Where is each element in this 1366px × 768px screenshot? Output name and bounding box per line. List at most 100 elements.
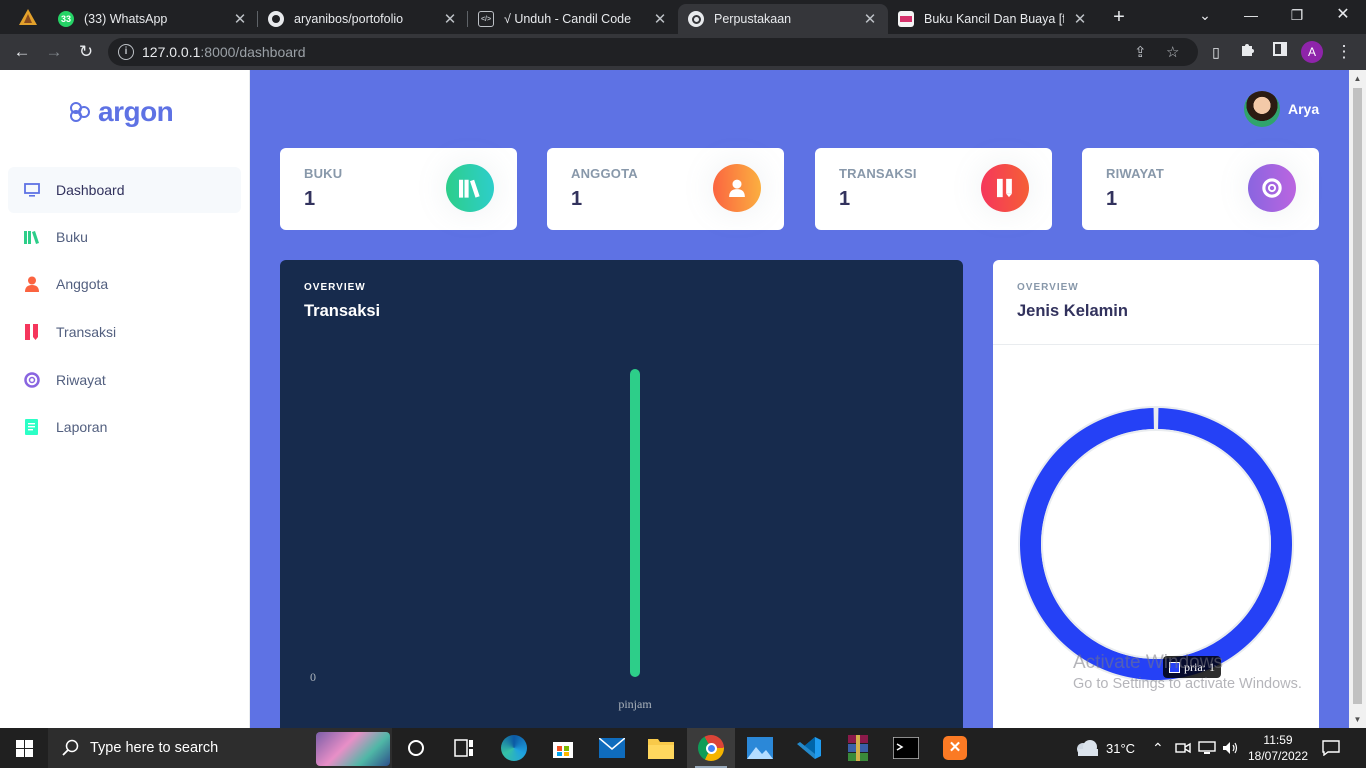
profile-avatar[interactable]: A bbox=[1301, 41, 1323, 63]
sidebar-item-dashboard[interactable]: Dashboard bbox=[8, 167, 241, 213]
browser-toolbar: ← → ↻ i 127.0.0.1:8000/dashboard ⇪ ☆ ▯ A… bbox=[0, 34, 1366, 70]
winrar-icon[interactable] bbox=[834, 728, 882, 768]
task-view-icon[interactable] bbox=[392, 728, 440, 768]
minimize-button[interactable]: — bbox=[1228, 0, 1274, 30]
scroll-up-icon[interactable]: ▲ bbox=[1349, 70, 1366, 87]
bookmark-star-icon[interactable]: ☆ bbox=[1166, 43, 1179, 61]
sidebar-item-label: Laporan bbox=[56, 419, 108, 435]
tab-whatsapp[interactable]: 33 (33) WhatsApp ✕ bbox=[48, 4, 258, 34]
stat-value: 1 bbox=[839, 188, 851, 210]
phone-icon[interactable]: ▯ bbox=[1204, 40, 1228, 64]
stat-card-buku: BUKU 1 bbox=[280, 148, 517, 230]
tab-candil-code[interactable]: </> √ Unduh - Candil Code ✕ bbox=[468, 4, 678, 34]
close-icon[interactable]: ✕ bbox=[442, 10, 458, 28]
store-icon[interactable] bbox=[539, 728, 587, 768]
close-icon[interactable]: ✕ bbox=[232, 10, 248, 28]
windows-logo-icon bbox=[15, 739, 33, 757]
tab-search-button[interactable]: ⌄ bbox=[1182, 0, 1228, 30]
back-button[interactable]: ← bbox=[10, 40, 34, 64]
sidebar-item-label: Transaksi bbox=[56, 324, 117, 340]
transaksi-bar-chart[interactable]: 0 pinjam bbox=[280, 260, 963, 728]
terminal-icon[interactable] bbox=[882, 728, 930, 768]
pinned-tab[interactable] bbox=[12, 6, 44, 28]
activate-windows-subtitle: Go to Settings to activate Windows. bbox=[1073, 676, 1302, 692]
stat-card-transaksi: TRANSAKSI 1 bbox=[815, 148, 1052, 230]
sidebar-item-riwayat[interactable]: Riwayat bbox=[8, 357, 241, 403]
show-hidden-icons-button[interactable]: ⌃ bbox=[1152, 728, 1164, 768]
sidebar: argon Dashboard Buku Anggota Transaksi R… bbox=[0, 70, 250, 728]
scroll-down-icon[interactable]: ▼ bbox=[1349, 711, 1366, 728]
clock[interactable]: 11:59 18/07/2022 bbox=[1248, 728, 1308, 768]
widgets-icon[interactable] bbox=[440, 728, 488, 768]
sidebar-item-anggota[interactable]: Anggota bbox=[8, 261, 241, 307]
close-window-button[interactable]: ✕ bbox=[1320, 0, 1366, 30]
tab-perpustakaan[interactable]: Perpustakaan ✕ bbox=[678, 4, 888, 34]
stat-label: ANGGOTA bbox=[571, 166, 638, 181]
notifications-icon[interactable] bbox=[1322, 728, 1340, 768]
avatar bbox=[1244, 91, 1280, 127]
new-tab-button[interactable]: + bbox=[1105, 5, 1133, 29]
extensions-icon[interactable] bbox=[1236, 40, 1260, 64]
chrome-icon[interactable] bbox=[687, 728, 735, 768]
stat-value: 1 bbox=[1106, 188, 1118, 210]
stat-value: 1 bbox=[571, 188, 583, 210]
sidebar-item-label: Buku bbox=[56, 229, 88, 245]
person-icon bbox=[713, 164, 761, 212]
books-icon bbox=[24, 229, 40, 245]
page-scrollbar[interactable]: ▲ ▼ bbox=[1349, 70, 1366, 728]
weather-widget[interactable]: 31°C bbox=[1074, 728, 1135, 768]
paper-icon bbox=[24, 419, 40, 435]
tv-icon bbox=[24, 182, 40, 198]
side-panel-icon[interactable] bbox=[1268, 40, 1292, 64]
sidebar-item-buku[interactable]: Buku bbox=[8, 214, 241, 260]
stat-card-riwayat: RIWAYAT 1 bbox=[1082, 148, 1319, 230]
menu-icon[interactable]: ⋮ bbox=[1332, 40, 1356, 64]
transaksi-chart-card: OVERVIEW Transaksi 0 pinjam bbox=[280, 260, 963, 728]
page-icon: </> bbox=[478, 11, 494, 27]
url-path: :8000/dashboard bbox=[200, 44, 306, 60]
sidebar-item-transaksi[interactable]: Transaksi bbox=[8, 309, 241, 355]
network-icon[interactable] bbox=[1198, 728, 1216, 768]
bar-pinjam[interactable] bbox=[630, 369, 640, 677]
search-icon bbox=[62, 739, 79, 756]
brand-name: argon bbox=[98, 96, 174, 127]
share-icon[interactable]: ⇪ bbox=[1134, 43, 1147, 61]
edge-icon[interactable] bbox=[490, 728, 538, 768]
vscode-icon[interactable] bbox=[785, 728, 833, 768]
meet-now-icon[interactable] bbox=[1175, 728, 1191, 768]
search-placeholder: Type here to search bbox=[90, 740, 219, 756]
user-menu[interactable]: Arya bbox=[1244, 91, 1319, 127]
argon-logo-icon bbox=[70, 102, 90, 122]
github-icon bbox=[268, 11, 284, 27]
taskbar-search[interactable]: Type here to search bbox=[48, 728, 392, 768]
windows-taskbar: Type here to search ✕ 31°C ⌃ 11:59 18/07… bbox=[0, 728, 1366, 768]
url-text[interactable]: 127.0.0.1:8000/dashboard bbox=[142, 44, 305, 60]
close-icon[interactable]: ✕ bbox=[1072, 10, 1088, 28]
tab-buku-kancil[interactable]: Buku Kancil Dan Buaya [full ✕ bbox=[888, 4, 1098, 34]
tab-github[interactable]: aryanibos/portofolio ✕ bbox=[258, 4, 468, 34]
stat-label: BUKU bbox=[304, 166, 343, 181]
x-tick-label: pinjam bbox=[618, 697, 652, 711]
scrollbar-thumb[interactable] bbox=[1353, 88, 1362, 704]
forward-button[interactable]: → bbox=[42, 40, 66, 64]
brand-logo[interactable]: argon bbox=[68, 96, 174, 128]
ruler-pencil-icon bbox=[981, 164, 1029, 212]
sidebar-item-laporan[interactable]: Laporan bbox=[8, 404, 241, 450]
close-icon[interactable]: ✕ bbox=[862, 10, 878, 28]
mail-icon[interactable] bbox=[588, 728, 636, 768]
address-bar[interactable]: i 127.0.0.1:8000/dashboard ⇪ ☆ bbox=[108, 38, 1198, 66]
tab-title: (33) WhatsApp bbox=[84, 12, 168, 26]
y-tick-label: 0 bbox=[310, 670, 316, 684]
file-explorer-icon[interactable] bbox=[637, 728, 685, 768]
support-icon bbox=[1248, 164, 1296, 212]
book-icon bbox=[898, 11, 914, 27]
close-icon[interactable]: ✕ bbox=[652, 10, 668, 28]
photos-icon[interactable] bbox=[736, 728, 784, 768]
site-info-icon[interactable]: i bbox=[118, 44, 134, 60]
argon-icon bbox=[688, 11, 704, 27]
reload-button[interactable]: ↻ bbox=[74, 40, 98, 64]
volume-icon[interactable] bbox=[1222, 728, 1240, 768]
start-button[interactable] bbox=[0, 728, 48, 768]
xampp-icon[interactable]: ✕ bbox=[931, 728, 979, 768]
restore-button[interactable]: ❐ bbox=[1274, 0, 1320, 30]
